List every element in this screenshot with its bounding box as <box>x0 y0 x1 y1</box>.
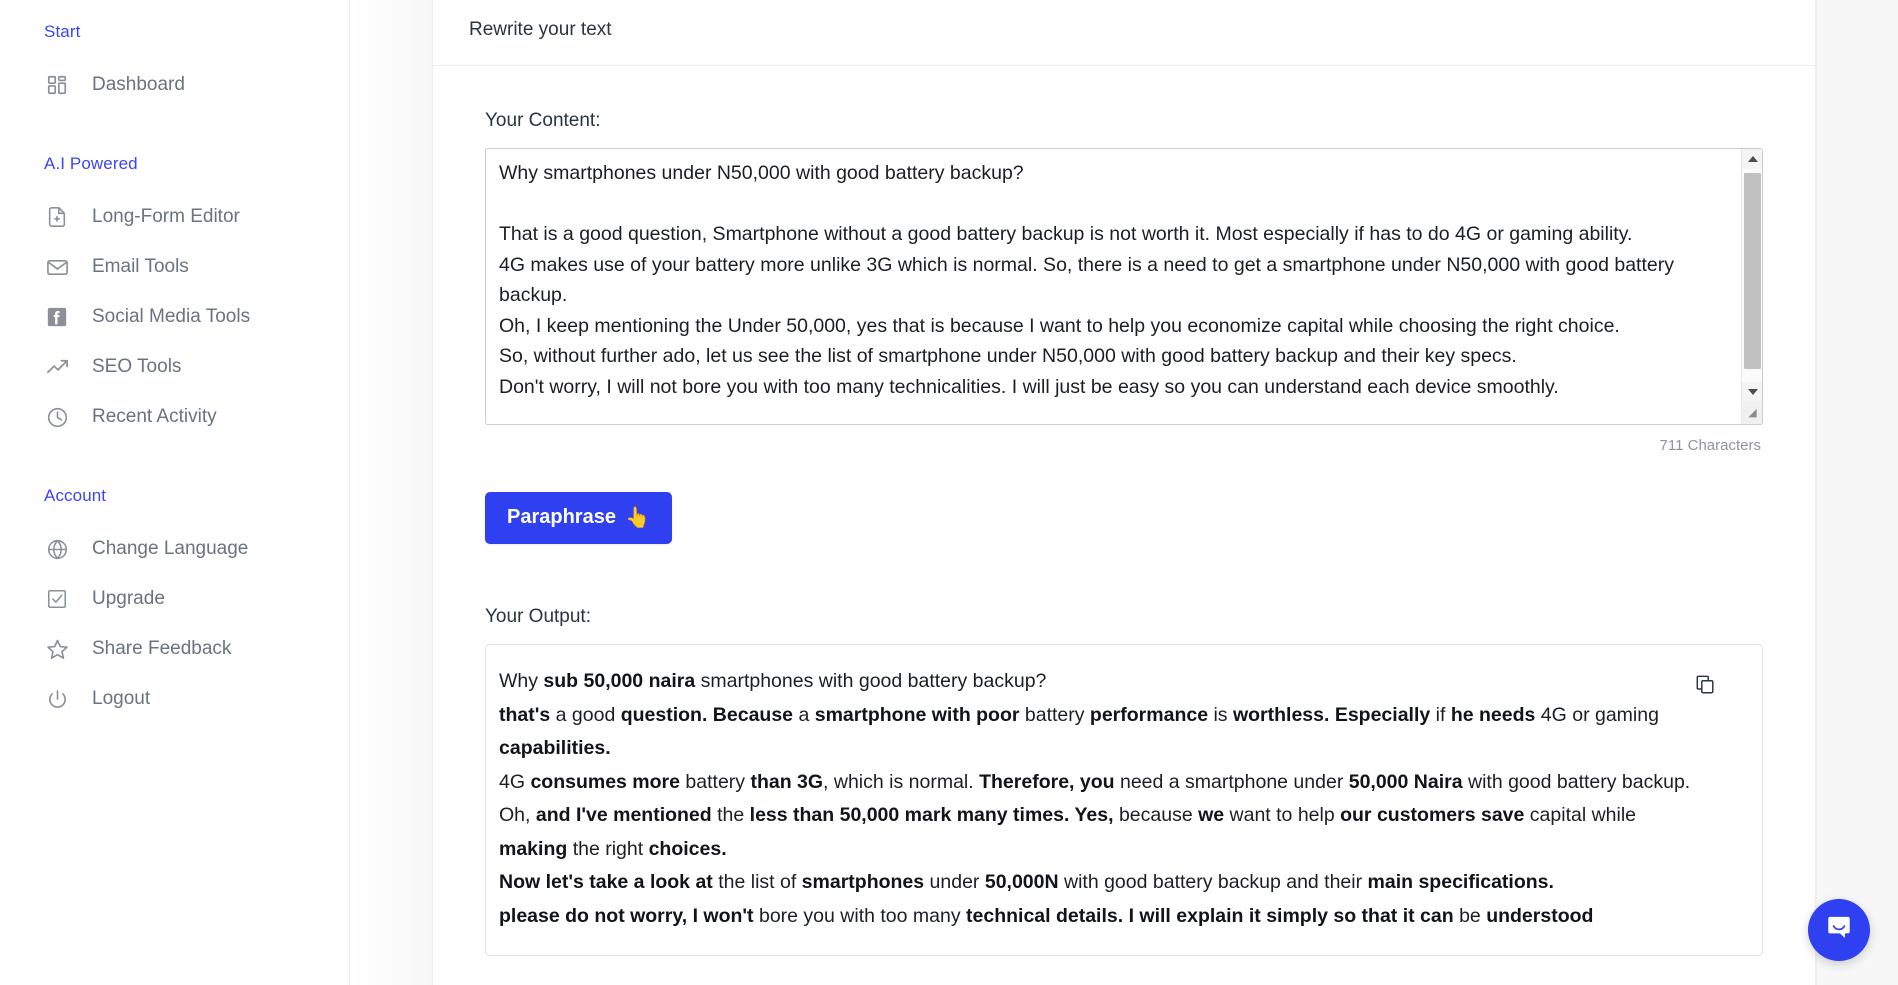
sidebar-item-logout[interactable]: Logout <box>0 674 349 724</box>
app-root: Start Dashboard A.I Powered Long-Form Ed… <box>0 0 1898 985</box>
card-body: Your Content: Why smartphones under N50,… <box>433 66 1815 956</box>
sidebar-section-title-account: Account <box>44 486 107 505</box>
check-square-icon <box>44 586 70 612</box>
trending-up-icon <box>44 354 70 380</box>
left-gutter <box>350 0 432 985</box>
sidebar-item-email-tools[interactable]: Email Tools <box>0 242 349 292</box>
content-field-label: Your Content: <box>485 110 601 131</box>
page-title: Rewrite your text <box>433 0 1815 66</box>
output-field-label: Your Output: <box>485 606 591 627</box>
paraphrase-button[interactable]: Paraphrase 👆 <box>485 492 672 544</box>
dashboard-icon <box>44 72 70 98</box>
content-textarea-value: Why smartphones under N50,000 with good … <box>499 162 1674 398</box>
sidebar-item-dashboard[interactable]: Dashboard <box>0 60 349 110</box>
sidebar-item-seo-tools[interactable]: SEO Tools <box>0 342 349 392</box>
textarea-scrollbar[interactable]: ◢ <box>1741 149 1762 424</box>
scroll-down-button[interactable] <box>1742 382 1762 402</box>
sidebar-section-title-ai: A.I Powered <box>44 154 138 173</box>
sidebar-item-label: Long-Form Editor <box>92 205 240 227</box>
copy-icon[interactable] <box>1694 673 1718 697</box>
main-area: Rewrite your text Your Content: Why smar… <box>350 0 1898 985</box>
sidebar-item-long-form-editor[interactable]: Long-Form Editor <box>0 192 349 242</box>
sidebar-item-upgrade[interactable]: Upgrade <box>0 574 349 624</box>
star-icon <box>44 636 70 662</box>
chevron-up-icon <box>1747 156 1758 162</box>
paraphrase-button-label: Paraphrase <box>507 506 616 528</box>
facebook-icon <box>44 304 70 330</box>
sidebar-item-change-language[interactable]: Change Language <box>0 524 349 574</box>
chevron-down-icon <box>1747 389 1758 395</box>
sidebar-item-recent-activity[interactable]: Recent Activity <box>0 392 349 442</box>
content-textarea[interactable]: Why smartphones under N50,000 with good … <box>485 148 1763 425</box>
right-gutter <box>1816 0 1898 985</box>
clock-icon <box>44 404 70 430</box>
output-text: Why sub 50,000 naira smartphones with go… <box>499 670 1691 927</box>
sidebar-item-label: Change Language <box>92 537 249 559</box>
sidebar-item-label: Logout <box>92 687 151 709</box>
chat-bubble-icon <box>1824 913 1854 948</box>
sidebar-item-label: Dashboard <box>92 73 185 95</box>
sidebar-section-title-start: Start <box>44 22 81 41</box>
output-panel: Why sub 50,000 naira smartphones with go… <box>485 644 1763 956</box>
sidebar-item-label: Recent Activity <box>92 405 217 427</box>
resize-grip-icon[interactable]: ◢ <box>1742 402 1762 424</box>
sidebar-item-label: Share Feedback <box>92 637 232 659</box>
sidebar-item-social-media-tools[interactable]: Social Media Tools <box>0 292 349 342</box>
scroll-up-button[interactable] <box>1742 149 1762 169</box>
envelope-icon <box>44 254 70 280</box>
chat-launcher-button[interactable] <box>1808 899 1870 961</box>
sidebar-item-label: SEO Tools <box>92 355 182 377</box>
power-icon <box>44 686 70 712</box>
sidebar-item-label: Email Tools <box>92 255 189 277</box>
content-card: Rewrite your text Your Content: Why smar… <box>432 0 1816 985</box>
sidebar: Start Dashboard A.I Powered Long-Form Ed… <box>0 0 350 985</box>
sidebar-item-label: Upgrade <box>92 587 165 609</box>
sidebar-item-label: Social Media Tools <box>92 305 251 327</box>
pointing-hand-icon: 👆 <box>624 507 650 529</box>
scrollbar-thumb[interactable] <box>1744 173 1761 369</box>
sidebar-item-share-feedback[interactable]: Share Feedback <box>0 624 349 674</box>
character-count: 711 Characters <box>1659 437 1761 454</box>
document-plus-icon <box>44 204 70 230</box>
globe-icon <box>44 536 70 562</box>
